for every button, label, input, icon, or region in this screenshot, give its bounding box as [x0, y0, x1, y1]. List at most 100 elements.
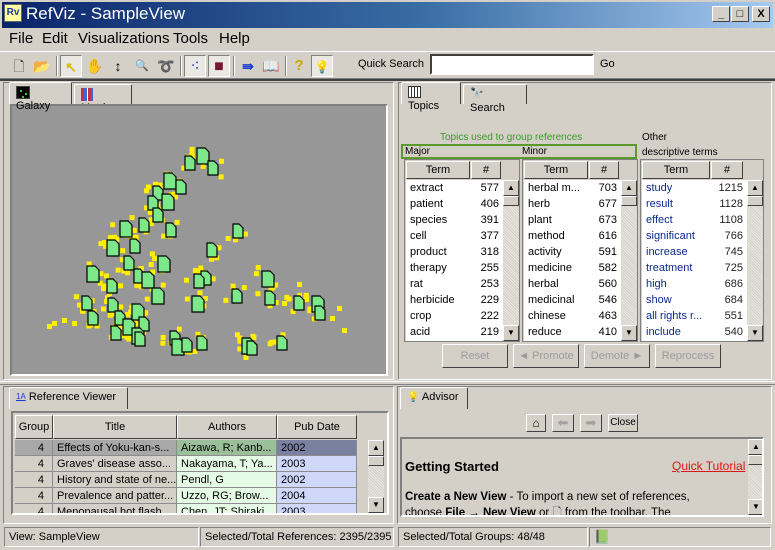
show-points-icon[interactable]: ⁖ [184, 55, 206, 77]
major-col-count[interactable]: # [471, 161, 501, 179]
major-col-term[interactable]: Term [406, 161, 470, 179]
quick-search-go-button[interactable]: Go [600, 58, 615, 70]
advisor-home-button[interactable]: ⌂ [526, 414, 546, 432]
new-view-icon[interactable]: 🗋 [8, 55, 30, 77]
group-document-icon[interactable] [196, 335, 208, 351]
other-col-term[interactable]: Term [642, 161, 710, 179]
scroll-down-button[interactable]: ▼ [747, 325, 763, 341]
tab-search[interactable]: 🔭 Search [463, 84, 527, 114]
group-document-icon[interactable] [157, 255, 171, 273]
term-row[interactable]: medicinal 546 [524, 292, 621, 308]
term-row[interactable]: acid 219 [406, 324, 503, 340]
group-document-icon[interactable] [107, 297, 119, 313]
reference-row[interactable]: 4 Prevalence and patter... Uzzo, RG; Brow.… [15, 488, 357, 504]
reset-button[interactable]: Reset [442, 344, 508, 368]
term-row[interactable]: species 391 [406, 212, 503, 228]
group-document-icon[interactable] [165, 222, 177, 238]
other-scrollbar[interactable]: ▲ ▼ [747, 180, 763, 341]
advisor-back-button[interactable]: ⬅ [552, 414, 574, 432]
term-row[interactable]: activity 591 [524, 244, 621, 260]
term-row[interactable]: product 318 [406, 244, 503, 260]
reprocess-button[interactable]: Reprocess [655, 344, 721, 368]
group-document-icon[interactable] [196, 147, 210, 165]
group-document-icon[interactable] [110, 325, 122, 341]
major-scrollbar[interactable]: ▲ ▼ [503, 180, 519, 341]
group-document-icon[interactable] [206, 242, 218, 258]
scroll-up-button[interactable]: ▲ [368, 440, 384, 456]
promote-button[interactable]: ◄ Promote [513, 344, 579, 368]
advisor-scrollbar[interactable]: ▲ ▼ [748, 439, 762, 515]
term-row[interactable]: medicine 582 [524, 260, 621, 276]
vertical-resize-icon[interactable]: ↕ [107, 55, 129, 77]
group-document-icon[interactable] [129, 238, 141, 254]
reference-scrollbar[interactable]: ▲ ▼ [368, 440, 384, 513]
reference-book-icon[interactable]: 📖 [260, 55, 282, 77]
term-row[interactable]: patient 406 [406, 196, 503, 212]
tab-matrix[interactable]: Matrix [74, 84, 132, 114]
term-row[interactable]: significant 766 [642, 228, 747, 244]
term-row[interactable]: reduce 410 [524, 324, 621, 340]
menu-edit[interactable]: Edit [42, 30, 68, 48]
scroll-down-button[interactable]: ▼ [621, 325, 637, 341]
term-row[interactable]: all rights r... 551 [642, 308, 747, 324]
other-col-count[interactable]: # [711, 161, 743, 179]
group-document-icon[interactable] [152, 207, 164, 223]
group-document-icon[interactable] [106, 278, 118, 294]
group-document-icon[interactable] [175, 179, 187, 195]
horizontal-splitter[interactable] [0, 381, 775, 385]
menu-visualizations[interactable]: Visualizations [78, 30, 169, 48]
group-document-icon[interactable] [141, 271, 155, 289]
term-row[interactable]: include 540 [642, 324, 747, 340]
group-document-icon[interactable] [264, 290, 276, 306]
select-arrow-icon[interactable]: ↖ [60, 55, 82, 77]
term-row[interactable]: chinese 463 [524, 308, 621, 324]
group-document-icon[interactable] [314, 305, 326, 321]
zoom-magnifier-icon[interactable]: 🔍 [131, 55, 153, 77]
col-authors[interactable]: Authors [177, 415, 277, 439]
group-document-icon[interactable] [207, 160, 219, 176]
group-document-icon[interactable] [138, 217, 150, 233]
minor-scrollbar[interactable]: ▲ ▼ [621, 180, 637, 341]
pan-hand-icon[interactable]: ✋ [84, 55, 106, 77]
group-document-icon[interactable] [86, 265, 100, 283]
close-window-button[interactable]: X [752, 6, 770, 22]
advisor-forward-button[interactable]: ➡ [580, 414, 602, 432]
tab-reference-viewer[interactable]: 1A Reference Viewer [9, 387, 128, 409]
group-document-icon[interactable] [276, 335, 288, 351]
lasso-icon[interactable]: ➰ [155, 55, 177, 77]
menu-help[interactable]: Help [219, 30, 250, 48]
term-row[interactable]: increase 745 [642, 244, 747, 260]
quick-search-input[interactable] [430, 54, 594, 75]
group-document-icon[interactable] [231, 288, 243, 304]
group-document-icon[interactable] [191, 295, 205, 313]
group-document-icon[interactable] [246, 340, 258, 356]
scroll-up-button[interactable]: ▲ [503, 180, 519, 196]
group-document-icon[interactable] [151, 287, 165, 305]
scroll-thumb[interactable] [747, 196, 763, 206]
tab-galaxy[interactable]: Galaxy [9, 82, 72, 112]
group-document-icon[interactable] [184, 155, 196, 171]
advisor-bulb-icon[interactable]: 💡 [311, 55, 333, 77]
group-document-icon[interactable] [161, 193, 175, 211]
reference-row[interactable]: 4 Menopausal hot flash... Chen, JT; Shirak… [15, 504, 357, 513]
demote-button[interactable]: Demote ► [584, 344, 650, 368]
minor-col-term[interactable]: Term [524, 161, 588, 179]
term-row[interactable]: result 1128 [642, 196, 747, 212]
group-document-icon[interactable] [106, 239, 120, 257]
advisor-close-button[interactable]: Close [608, 414, 638, 432]
show-documents-icon[interactable]: ■ [208, 55, 230, 77]
group-document-icon[interactable] [181, 337, 193, 353]
term-row[interactable]: high 686 [642, 276, 747, 292]
scroll-thumb[interactable] [621, 196, 637, 206]
reference-row[interactable]: 4 Effects of Yoku-kan-s... Aizawa, R; Kanb… [15, 440, 357, 456]
group-document-icon[interactable] [87, 310, 99, 326]
term-row[interactable]: therapy 255 [406, 260, 503, 276]
reference-row[interactable]: 4 History and state of ne... Pendl, G 2002 [15, 472, 357, 488]
term-row[interactable]: study 1215 [642, 180, 747, 196]
group-document-icon[interactable] [163, 172, 177, 190]
group-document-icon[interactable] [134, 331, 146, 347]
group-document-icon[interactable] [119, 220, 133, 238]
scroll-up-button[interactable]: ▲ [747, 180, 763, 196]
open-icon[interactable]: 📂 [31, 55, 53, 77]
term-row[interactable]: herb 677 [524, 196, 621, 212]
